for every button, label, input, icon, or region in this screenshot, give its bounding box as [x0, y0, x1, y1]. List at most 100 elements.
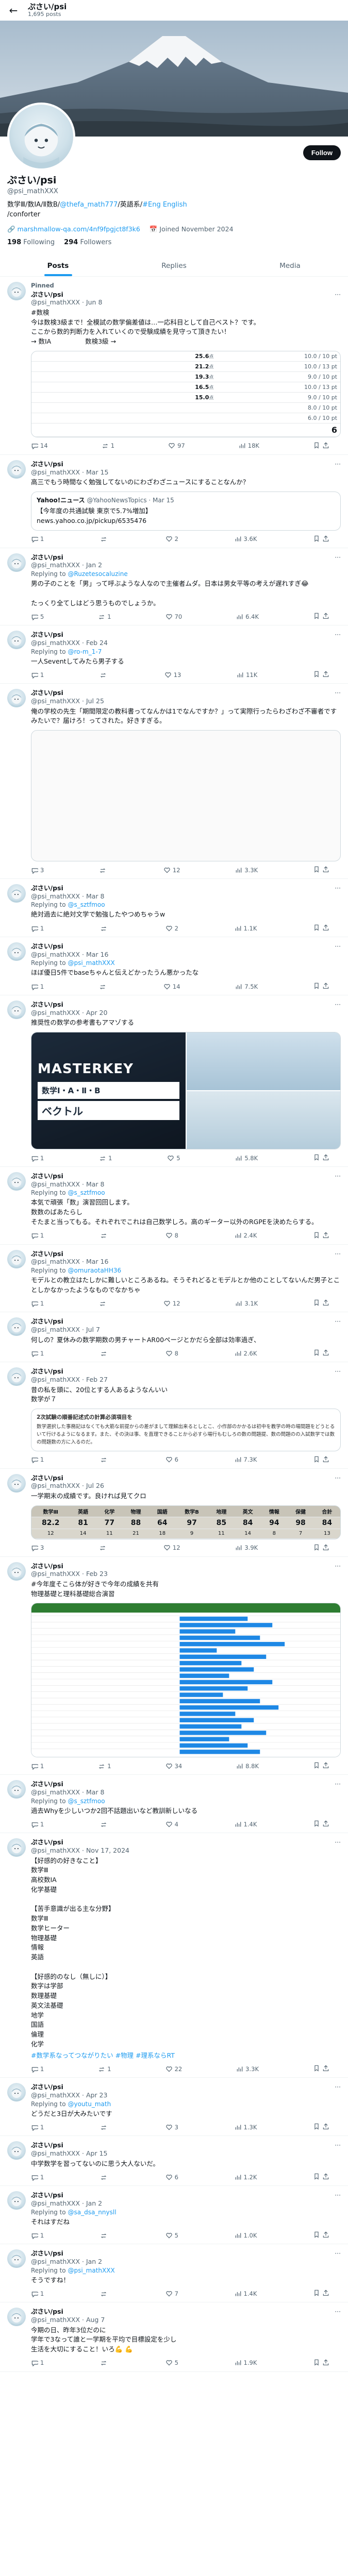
reply-button[interactable]: 1 — [31, 2064, 44, 2073]
views-button[interactable]: 8.8K — [236, 1761, 259, 1770]
blank-image[interactable] — [31, 730, 341, 862]
share-button[interactable] — [322, 1299, 329, 1308]
post-author-name[interactable]: ぷさい/psi — [31, 1172, 63, 1180]
reply-button[interactable]: 1 — [31, 2231, 44, 2240]
views-button[interactable]: 2.4K — [235, 1231, 257, 1240]
share-button[interactable] — [322, 2231, 329, 2240]
back-arrow-icon[interactable]: ← — [6, 4, 21, 16]
bookmark-button[interactable] — [313, 1455, 320, 1464]
reply-button[interactable]: 1 — [31, 982, 44, 991]
reply-button[interactable]: 14 — [31, 442, 48, 450]
post-author-name[interactable]: ぷさい/psi — [31, 2141, 63, 2149]
reply-to-handle[interactable]: @omuraotaHH36 — [68, 1267, 121, 1274]
post[interactable]: ぷさい/psi ··· @psi_mathXXX · Mar 16 Replying… — [0, 1245, 348, 1313]
reply-button[interactable]: 1 — [31, 1761, 44, 1770]
repost-button[interactable] — [99, 1299, 108, 1308]
post-avatar[interactable] — [7, 2308, 26, 2327]
bio-hashtag-link[interactable]: #Eng English — [142, 201, 187, 209]
bookmark-button[interactable] — [313, 612, 320, 621]
views-button[interactable]: 7.5K — [235, 982, 258, 991]
share-button[interactable] — [322, 924, 329, 933]
like-button[interactable]: 6 — [165, 1455, 178, 1464]
followers-link[interactable]: 294 Followers — [64, 239, 111, 246]
post-author-name[interactable]: ぷさい/psi — [31, 689, 63, 697]
reply-button[interactable]: 1 — [31, 1455, 44, 1464]
more-options-icon[interactable]: ··· — [335, 2141, 341, 2149]
post-handle-date[interactable]: @psi_mathXXX · Jan 2 — [31, 2258, 102, 2265]
post-avatar[interactable] — [7, 884, 26, 903]
bookmark-button[interactable] — [313, 1231, 320, 1240]
post-handle-date[interactable]: @psi_mathXXX · Apr 20 — [31, 1009, 107, 1016]
post-avatar[interactable] — [7, 281, 26, 300]
bookmark-button[interactable] — [313, 2289, 320, 2298]
like-button[interactable]: 4 — [165, 1820, 178, 1828]
bookmark-button[interactable] — [313, 1349, 320, 1358]
views-button[interactable]: 1.3K — [235, 2123, 257, 2131]
views-button[interactable]: 11K — [237, 670, 257, 679]
document-image[interactable]: 2次試験の順番記述式の計算必須項目を 数学選択した事務記はなくても大筋な前提からの… — [31, 1409, 341, 1451]
repost-button[interactable]: 1 — [102, 442, 114, 450]
like-button[interactable]: 13 — [164, 670, 181, 679]
bio-mention-link[interactable]: @thefa_math777 — [60, 201, 118, 209]
reply-to-handle[interactable]: @psi_mathXXX — [68, 959, 114, 967]
post-author-name[interactable]: ぷさい/psi — [31, 1317, 63, 1325]
tab-replies[interactable]: Replies — [116, 255, 232, 276]
more-options-icon[interactable]: ··· — [335, 1001, 341, 1009]
post-avatar[interactable] — [7, 1001, 26, 1020]
repost-button[interactable] — [100, 1455, 109, 1464]
like-button[interactable]: 6 — [165, 2173, 178, 2181]
post[interactable]: ぷさい/psi ··· @psi_mathXXX · Jul 26 一学期末の成績で… — [0, 1469, 348, 1557]
post-avatar[interactable] — [7, 1838, 26, 1857]
bookmark-button[interactable] — [313, 2231, 320, 2240]
share-button[interactable] — [322, 982, 329, 991]
post-author-name[interactable]: ぷさい/psi — [31, 2308, 63, 2315]
views-button[interactable]: 1.2K — [235, 2173, 257, 2181]
share-button[interactable] — [322, 1455, 329, 1464]
repost-button[interactable] — [100, 1349, 109, 1358]
post[interactable]: ぷさい/psi ··· @psi_mathXXX · Feb 27 昔の私を頭に、2… — [0, 1362, 348, 1469]
reply-button[interactable]: 5 — [31, 612, 44, 621]
post[interactable]: ぷさい/psi ··· @psi_mathXXX · Jan 2 Replying … — [0, 2186, 348, 2245]
grades-table-image[interactable]: 数学Ⅲ 英語 化学 物理 国語 数学B 地理 英文 情報 保健 合計 82.2 81 77 88 64 97 85… — [31, 1505, 341, 1539]
post-handle-date[interactable]: @psi_mathXXX · Feb 24 — [31, 639, 108, 647]
post-avatar[interactable] — [7, 1367, 26, 1386]
like-button[interactable]: 8 — [165, 1231, 178, 1240]
post-avatar[interactable] — [7, 631, 26, 650]
post-avatar[interactable] — [7, 2191, 26, 2210]
post[interactable]: ぷさい/psi ··· @psi_mathXXX · Jul 7 何しの？夏休みの数… — [0, 1312, 348, 1363]
share-button[interactable] — [322, 1231, 329, 1240]
share-button[interactable] — [322, 1154, 329, 1162]
post[interactable]: ぷさい/psi ··· @psi_mathXXX · Mar 16 Replying… — [0, 937, 348, 996]
post[interactable]: ぷさい/psi ··· @psi_mathXXX · Apr 23 Replying… — [0, 2078, 348, 2137]
more-options-icon[interactable]: ··· — [335, 553, 341, 562]
repost-button[interactable] — [100, 1231, 109, 1240]
post-avatar[interactable] — [7, 2141, 26, 2160]
post-author-name[interactable]: ぷさい/psi — [31, 1562, 63, 1570]
post-author-name[interactable]: ぷさい/psi — [31, 631, 63, 638]
repost-button[interactable] — [99, 1544, 108, 1552]
post[interactable]: ぷさい/psi ··· @psi_mathXXX · Feb 24 Replying… — [0, 625, 348, 684]
like-button[interactable]: 3 — [165, 2123, 178, 2131]
post-handle-date[interactable]: @psi_mathXXX · Apr 15 — [31, 2149, 107, 2157]
hashtag-links[interactable]: #数学系なってつながりたい #物理 #理系ならRT — [31, 2052, 175, 2059]
more-options-icon[interactable]: ··· — [335, 291, 341, 299]
post-handle-date[interactable]: @psi_mathXXX · Mar 16 — [31, 1258, 108, 1265]
reply-button[interactable]: 1 — [31, 924, 44, 933]
like-button[interactable]: 12 — [163, 1544, 180, 1552]
post-avatar[interactable] — [7, 1317, 26, 1336]
repost-button[interactable] — [100, 924, 109, 933]
post[interactable]: ぷさい/psi ··· @psi_mathXXX · Jul 25 俺の学校の先生「… — [0, 684, 348, 879]
post[interactable]: ぷさい/psi ··· @psi_mathXXX · Jan 2 Replying … — [0, 548, 348, 626]
score-table-image[interactable]: 25.6点 10.0 / 10 pt 21.2点 10.0 / 13 pt 19.3点 9… — [31, 350, 341, 437]
more-options-icon[interactable]: ··· — [335, 942, 341, 951]
post[interactable]: ぷさい/psi ··· @psi_mathXXX · Feb 23 #今年度そこら体… — [0, 1557, 348, 1775]
reply-button[interactable]: 1 — [31, 2359, 44, 2367]
like-button[interactable]: 14 — [163, 982, 180, 991]
share-button[interactable] — [322, 2064, 329, 2073]
post-author-name[interactable]: ぷさい/psi — [31, 291, 63, 298]
reply-to-handle[interactable]: @sa_dsa_nnysll — [68, 2209, 116, 2216]
reply-button[interactable]: 3 — [31, 866, 44, 874]
post[interactable]: ぷさい/psi ··· @psi_mathXXX · Apr 20 推奨性の数学の参… — [0, 995, 348, 1167]
share-button[interactable] — [322, 2173, 329, 2181]
like-button[interactable]: 5 — [167, 1154, 180, 1162]
